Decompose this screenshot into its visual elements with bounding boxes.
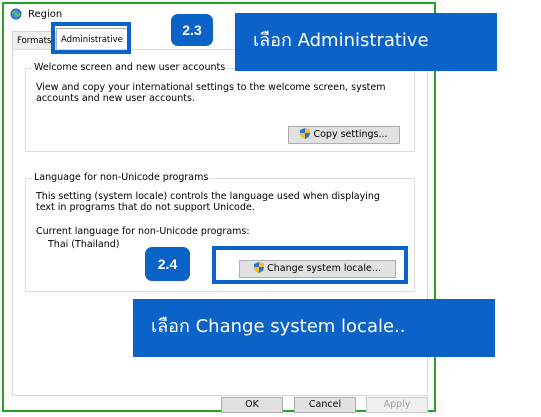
copy-settings-button[interactable]: Copy settings... (288, 126, 400, 144)
uac-shield-icon (300, 128, 311, 145)
welcome-group-legend: Welcome screen and new user accounts (32, 62, 228, 73)
non-unicode-description-line2: text in programs that do not support Uni… (36, 202, 255, 213)
apply-button[interactable]: Apply (366, 397, 428, 413)
highlight-change-locale-button (212, 246, 408, 284)
tab-formats[interactable]: Formats (12, 31, 57, 50)
welcome-description-line1: View and copy your international setting… (36, 82, 386, 93)
ok-button[interactable]: OK (221, 397, 283, 413)
welcome-description-line2: accounts and new user accounts. (36, 93, 195, 104)
non-unicode-description-line1: This setting (system locale) controls th… (36, 191, 380, 202)
window-title: Region (28, 9, 63, 20)
current-language-label: Current language for non-Unicode program… (36, 226, 250, 237)
step-badge-2-3: 2.3 (171, 14, 213, 46)
welcome-screen-group: Welcome screen and new user accounts Vie… (25, 62, 415, 152)
step-badge-2-4: 2.4 (145, 247, 190, 281)
non-unicode-group-legend: Language for non-Unicode programs (32, 172, 211, 183)
callout-select-administrative: เลือก Administrative (235, 13, 497, 71)
copy-settings-label: Copy settings... (313, 129, 388, 140)
cancel-button[interactable]: Cancel (294, 397, 356, 413)
current-language-value: Thai (Thailand) (48, 239, 120, 250)
region-app-icon (10, 8, 22, 20)
highlight-administrative-tab (51, 22, 131, 54)
callout-select-change-locale: เลือก Change system locale.. (133, 299, 495, 357)
